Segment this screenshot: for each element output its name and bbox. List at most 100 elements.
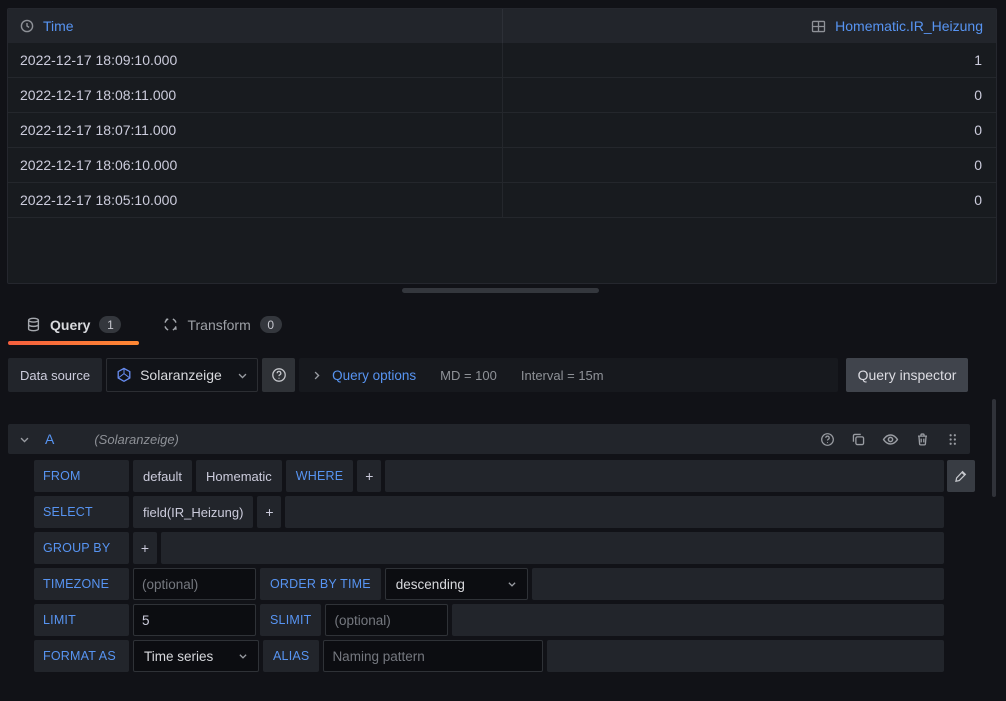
table-header-row: Time Homematic.IR_Heizung bbox=[8, 9, 996, 43]
table-row: 2022-12-17 18:05:10.000 0 bbox=[8, 183, 996, 218]
column-header-value-label: Homematic.IR_Heizung bbox=[835, 18, 983, 34]
edit-query-mode-button[interactable] bbox=[947, 460, 975, 492]
table-icon bbox=[811, 19, 826, 34]
from-row: FROM default Homematic WHERE + bbox=[34, 460, 944, 492]
column-header-value[interactable]: Homematic.IR_Heizung bbox=[502, 9, 996, 43]
query-ref-id: A bbox=[45, 431, 54, 447]
limit-keyword: LIMIT bbox=[34, 604, 129, 636]
add-group-by-button[interactable]: + bbox=[133, 532, 157, 564]
tab-query-label: Query bbox=[50, 317, 90, 333]
query-toolbar: Data source Solaranzeige Query options M… bbox=[8, 358, 968, 392]
duplicate-query-icon[interactable] bbox=[851, 432, 866, 447]
datasource-picker[interactable]: Solaranzeige bbox=[106, 358, 258, 392]
clock-icon bbox=[20, 19, 34, 33]
row-filler bbox=[547, 640, 944, 672]
drag-handle-icon[interactable] bbox=[946, 432, 959, 447]
value-cell: 1 bbox=[502, 43, 996, 77]
from-keyword: FROM bbox=[34, 460, 129, 492]
row-filler bbox=[452, 604, 944, 636]
timezone-input[interactable] bbox=[133, 568, 256, 600]
row-filler bbox=[532, 568, 944, 600]
query-inspector-button[interactable]: Query inspector bbox=[846, 358, 968, 392]
max-data-points-stat: MD = 100 bbox=[440, 368, 497, 383]
add-where-condition-button[interactable]: + bbox=[357, 460, 381, 492]
influx-query-builder: FROM default Homematic WHERE + SELECT fi… bbox=[34, 460, 944, 672]
value-cell: 0 bbox=[502, 183, 996, 217]
table-panel: Time Homematic.IR_Heizung 2022-12-17 18:… bbox=[7, 8, 997, 284]
column-header-time[interactable]: Time bbox=[8, 9, 502, 43]
chevron-down-icon bbox=[237, 370, 248, 381]
tab-query[interactable]: Query 1 bbox=[8, 304, 139, 345]
query-row-header[interactable]: A (Solaranzeige) bbox=[8, 424, 970, 454]
transform-icon bbox=[163, 317, 178, 332]
retention-policy-segment[interactable]: default bbox=[133, 460, 192, 492]
slimit-keyword: SLIMIT bbox=[260, 604, 321, 636]
panel-resize-handle[interactable] bbox=[402, 288, 599, 293]
alias-input[interactable] bbox=[323, 640, 543, 672]
row-filler bbox=[385, 460, 944, 492]
datasource-value: Solaranzeige bbox=[140, 367, 229, 383]
toggle-visibility-icon[interactable] bbox=[882, 431, 899, 448]
tab-transform-badge: 0 bbox=[260, 316, 282, 333]
query-options-bar: Query options MD = 100 Interval = 15m bbox=[299, 358, 838, 392]
database-icon bbox=[26, 317, 41, 332]
value-cell: 0 bbox=[502, 148, 996, 182]
order-by-time-keyword: ORDER BY TIME bbox=[260, 568, 381, 600]
query-editor: A (Solaranzeige) bbox=[8, 424, 970, 676]
chevron-down-icon bbox=[238, 651, 248, 661]
time-cell: 2022-12-17 18:08:11.000 bbox=[8, 78, 502, 112]
limit-row: LIMIT SLIMIT bbox=[34, 604, 944, 636]
time-cell: 2022-12-17 18:05:10.000 bbox=[8, 183, 502, 217]
query-help-icon[interactable] bbox=[820, 432, 835, 447]
pencil-icon bbox=[954, 469, 968, 483]
order-by-time-select[interactable]: descending bbox=[385, 568, 528, 600]
value-cell: 0 bbox=[502, 113, 996, 147]
table-row: 2022-12-17 18:07:11.000 0 bbox=[8, 113, 996, 148]
tab-transform-label: Transform bbox=[187, 317, 250, 333]
row-filler bbox=[161, 532, 944, 564]
timezone-row: TIMEZONE ORDER BY TIME descending bbox=[34, 568, 944, 600]
select-keyword: SELECT bbox=[34, 496, 129, 528]
time-cell: 2022-12-17 18:09:10.000 bbox=[8, 43, 502, 77]
scrollbar-thumb[interactable] bbox=[992, 399, 996, 497]
datasource-help-button[interactable] bbox=[262, 358, 295, 392]
column-header-time-label: Time bbox=[43, 18, 74, 34]
group-by-row: GROUP BY + bbox=[34, 532, 944, 564]
timezone-keyword: TIMEZONE bbox=[34, 568, 129, 600]
delete-query-icon[interactable] bbox=[915, 432, 930, 447]
select-row: SELECT field(IR_Heizung) + bbox=[34, 496, 944, 528]
measurement-segment[interactable]: Homematic bbox=[196, 460, 282, 492]
collapse-chevron-icon[interactable] bbox=[19, 434, 30, 445]
format-as-value: Time series bbox=[144, 649, 213, 664]
add-select-part-button[interactable]: + bbox=[257, 496, 281, 528]
alias-keyword: ALIAS bbox=[263, 640, 319, 672]
format-as-row: FORMAT AS Time series ALIAS bbox=[34, 640, 944, 672]
time-cell: 2022-12-17 18:07:11.000 bbox=[8, 113, 502, 147]
limit-input[interactable] bbox=[133, 604, 256, 636]
editor-tabbar: Query 1 Transform 0 bbox=[8, 304, 300, 345]
query-row-actions bbox=[820, 431, 959, 448]
question-circle-icon bbox=[271, 367, 287, 383]
group-by-keyword: GROUP BY bbox=[34, 532, 129, 564]
value-cell: 0 bbox=[502, 78, 996, 112]
time-cell: 2022-12-17 18:06:10.000 bbox=[8, 148, 502, 182]
influxdb-icon bbox=[116, 367, 132, 383]
table-row: 2022-12-17 18:09:10.000 1 bbox=[8, 43, 996, 78]
datasource-label: Data source bbox=[8, 358, 102, 392]
table-row: 2022-12-17 18:08:11.000 0 bbox=[8, 78, 996, 113]
field-segment[interactable]: field(IR_Heizung) bbox=[133, 496, 253, 528]
format-as-select[interactable]: Time series bbox=[133, 640, 259, 672]
where-keyword: WHERE bbox=[286, 460, 354, 492]
tab-query-badge: 1 bbox=[99, 316, 121, 333]
format-as-keyword: FORMAT AS bbox=[34, 640, 129, 672]
chevron-right-icon bbox=[311, 370, 322, 381]
slimit-input[interactable] bbox=[325, 604, 448, 636]
query-datasource-hint: (Solaranzeige) bbox=[94, 432, 179, 447]
tab-transform[interactable]: Transform 0 bbox=[145, 304, 299, 345]
table-row: 2022-12-17 18:06:10.000 0 bbox=[8, 148, 996, 183]
chevron-down-icon bbox=[507, 579, 517, 589]
order-by-time-value: descending bbox=[396, 577, 465, 592]
query-options-toggle[interactable]: Query options bbox=[332, 368, 416, 383]
interval-stat: Interval = 15m bbox=[521, 368, 604, 383]
row-filler bbox=[285, 496, 944, 528]
